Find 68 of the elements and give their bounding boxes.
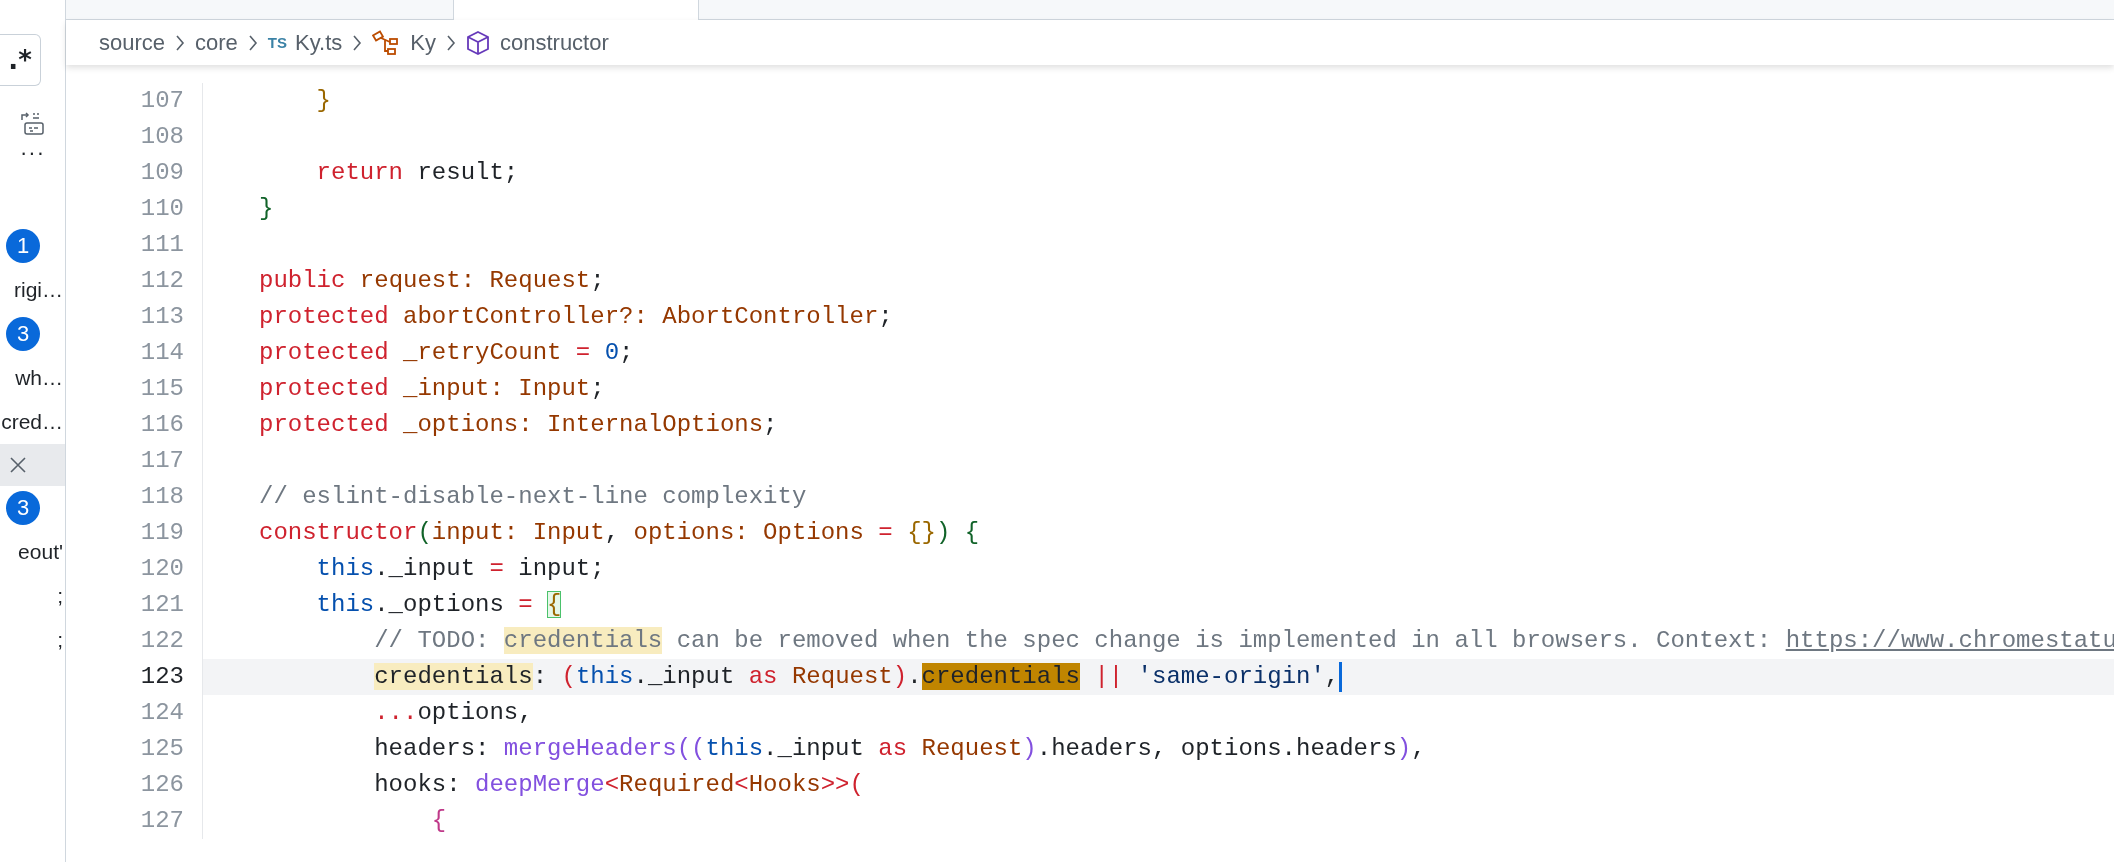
code-line: hooks: deepMerge<Required<Hooks>>(	[373, 771, 864, 798]
line-number: 115	[139, 374, 184, 404]
code-line: }	[259, 195, 274, 222]
count-badge: 3	[6, 317, 40, 351]
line-number: 108	[139, 122, 184, 152]
breadcrumb-item[interactable]: Ky	[410, 29, 436, 56]
line-number: 127	[139, 806, 184, 836]
code-line: public request: Request;	[259, 267, 605, 294]
breadcrumb-item[interactable]: core	[195, 29, 238, 56]
cube-icon	[465, 29, 490, 56]
line-number: 126	[139, 770, 184, 800]
code-line: }	[315, 87, 331, 114]
chevron-right-icon	[247, 33, 258, 52]
code-line: headers: mergeHeaders((this._input as Request).headers, options.headers),	[373, 735, 1426, 762]
link[interactable]: https://www.chromestatu	[1785, 627, 2114, 654]
line-number: 112	[139, 266, 184, 296]
text-cursor	[1339, 661, 1343, 692]
line-number: 121	[139, 590, 184, 620]
close-icon[interactable]	[8, 455, 28, 475]
code-line: return result;	[315, 159, 519, 186]
code-line: protected _retryCount = 0;	[259, 339, 634, 366]
code-line: this._input = input;	[315, 555, 605, 582]
line-number: 107	[139, 86, 184, 116]
line-number: 124	[139, 698, 184, 728]
regex-toggle[interactable]: .*	[0, 34, 41, 86]
result-row[interactable]	[0, 444, 65, 486]
line-number: 123	[139, 662, 184, 692]
line-number: 110	[139, 194, 184, 224]
search-result[interactable]: wh…	[15, 366, 65, 390]
line-number: 125	[139, 734, 184, 764]
code-line: // TODO: credentials can be removed when the spec change is implemented in all browsers. Context: https://www.chromestatu	[373, 627, 2114, 654]
line-number: 117	[139, 446, 184, 476]
breadcrumb-item[interactable]: Ky.ts	[295, 29, 343, 56]
search-result[interactable]: ;	[57, 628, 65, 652]
editor-tab[interactable]	[66, 0, 454, 20]
line-number: 111	[139, 230, 184, 260]
breadcrumb-item[interactable]: constructor	[499, 29, 609, 56]
code-line: {	[430, 807, 447, 834]
line-number: 113	[139, 302, 184, 332]
class-icon	[372, 29, 401, 56]
search-result[interactable]: eout'	[18, 540, 65, 564]
code-line: constructor(input: Input, options: Options = {}) {	[259, 519, 980, 546]
line-number: 122	[139, 626, 184, 656]
chevron-right-icon	[175, 33, 186, 52]
count-badge: 3	[6, 491, 40, 525]
code-line: this._options = {	[315, 591, 562, 618]
code-line: protected abortController?: AbortController;	[259, 303, 893, 330]
line-number: 118	[139, 482, 184, 512]
search-result[interactable]: rigi…	[14, 278, 65, 302]
chevron-right-icon	[352, 33, 363, 52]
line-number: 116	[139, 410, 184, 440]
code-line: protected _input: Input;	[259, 375, 605, 402]
code-line: ...options,	[373, 699, 533, 726]
code-line: credentials: (this._input as Request).credentials || 'same-origin',	[259, 663, 1340, 690]
line-number: 109	[139, 158, 184, 188]
line-number: 119	[139, 518, 184, 548]
line-number: 120	[139, 554, 184, 584]
line-number: 114	[139, 338, 184, 368]
code-line: protected _options: InternalOptions;	[259, 411, 778, 438]
chevron-right-icon	[445, 33, 456, 52]
breadcrumb-item[interactable]: source	[99, 29, 166, 56]
typescript-file-icon: TS	[267, 34, 287, 51]
search-result[interactable]: cred…	[1, 410, 65, 434]
replace-all-icon[interactable]	[18, 110, 47, 138]
code-line: // eslint-disable-next-line complexity	[259, 483, 807, 510]
count-badge: 1	[6, 229, 40, 263]
more-actions[interactable]: ···	[20, 142, 45, 172]
search-result[interactable]: ;	[57, 584, 65, 608]
